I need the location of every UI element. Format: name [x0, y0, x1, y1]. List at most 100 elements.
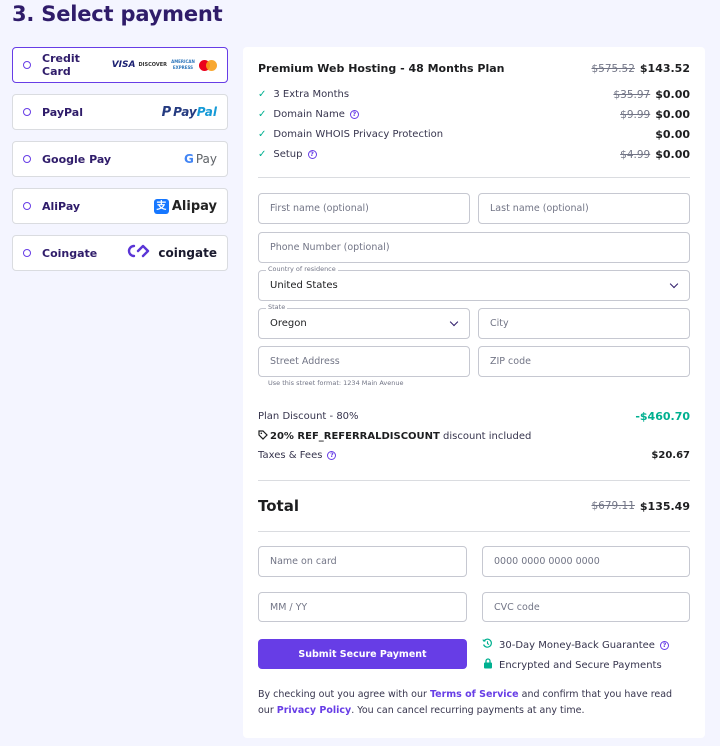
chevron-down-icon [669, 279, 679, 289]
state-value: Oregon [270, 318, 307, 329]
state-label: State [266, 303, 288, 311]
phone-input[interactable] [270, 233, 689, 262]
method-coingate[interactable]: Coingate coingate [12, 235, 228, 271]
submit-payment-button[interactable]: Submit Secure Payment [258, 639, 467, 669]
radio-icon[interactable] [23, 249, 31, 257]
line-item: ✓ Domain Name? $9.99 $0.00 [258, 108, 690, 121]
alipay-logo: 支 Alipay [153, 198, 217, 214]
money-back-guarantee: 30-Day Money-Back Guarantee ? [482, 638, 669, 652]
coupon-suffix: discount included [443, 431, 532, 442]
expiry-field[interactable] [258, 592, 467, 622]
radio-icon[interactable] [23, 202, 31, 210]
street-hint: Use this street format: 1234 Main Avenue [268, 379, 404, 387]
line-item: ✓ Domain WHOIS Privacy Protection $0.00 [258, 128, 690, 141]
tag-icon [258, 430, 268, 443]
discover-logo: DISCOVER [138, 61, 167, 68]
chevron-down-icon [449, 317, 459, 327]
google-pay-logo: G Pay [183, 152, 217, 166]
total-row: Total $679.11 $135.49 [258, 497, 690, 515]
method-label: AliPay [42, 199, 81, 213]
card-number-field[interactable] [482, 546, 690, 577]
card-number-input[interactable] [494, 547, 689, 576]
alipay-icon: 支 [153, 198, 169, 214]
cvc-field[interactable] [482, 592, 690, 622]
terms-of-service-link[interactable]: Terms of Service [430, 689, 519, 700]
paypal-logo: P PayPal [161, 104, 217, 120]
country-label: Country of residence [266, 265, 338, 273]
amex-logo: AMERICAN EXPRESS [170, 59, 196, 71]
lock-icon [482, 658, 493, 672]
country-select[interactable]: Country of residence United States [258, 265, 690, 301]
taxes-label: Taxes & Fees [258, 450, 323, 461]
check-icon: ✓ [258, 109, 267, 120]
plan-row: Premium Web Hosting - 48 Months Plan $57… [258, 62, 690, 75]
plan-discount-row: Plan Discount - 80% -$460.70 [258, 410, 690, 423]
secure-payments: Encrypted and Secure Payments [482, 658, 662, 672]
plan-discount-value: -$460.70 [635, 410, 690, 423]
last-name-input[interactable] [490, 194, 689, 223]
terms-text: By checking out you agree with our Terms… [258, 689, 673, 716]
street-field[interactable] [258, 346, 470, 377]
cvc-input[interactable] [494, 593, 689, 621]
method-label: Credit Card [42, 52, 80, 78]
city-input[interactable] [490, 309, 689, 338]
method-label: Coingate [42, 246, 98, 260]
method-paypal[interactable]: PayPal P PayPal [12, 94, 228, 130]
help-icon[interactable]: ? [659, 640, 669, 650]
help-icon[interactable]: ? [307, 150, 317, 159]
visa-logo: VISA [111, 60, 136, 70]
radio-icon[interactable] [23, 61, 31, 69]
divider [258, 480, 690, 481]
first-name-input[interactable] [270, 194, 469, 223]
coupon-code: 20% REF_REFERRALDISCOUNT [270, 431, 440, 442]
country-value: United States [270, 280, 338, 291]
plan-old-price: $575.52 [591, 62, 635, 75]
payment-methods: Credit Card VISA DISCOVER AMERICAN EXPRES… [12, 47, 228, 282]
coupon-row: 20% REF_REFERRALDISCOUNT discount includ… [258, 430, 690, 443]
card-name-input[interactable] [270, 547, 466, 576]
divider [258, 531, 690, 532]
mastercard-logo [199, 59, 217, 71]
taxes-value: $20.67 [651, 450, 690, 461]
line-item: ✓ 3 Extra Months $35.97 $0.00 [258, 88, 690, 101]
radio-icon[interactable] [23, 108, 31, 116]
radio-icon[interactable] [23, 155, 31, 163]
total-value: $135.49 [639, 499, 690, 513]
total-label: Total [258, 497, 299, 515]
check-icon: ✓ [258, 89, 267, 100]
checkout-panel: Premium Web Hosting - 48 Months Plan $57… [243, 47, 705, 738]
taxes-row: Taxes & Fees? $20.67 [258, 450, 690, 461]
method-label: Google Pay [42, 152, 112, 166]
check-icon: ✓ [258, 149, 267, 160]
plan-price: $143.52 [639, 62, 690, 75]
total-old: $679.11 [591, 500, 635, 512]
zip-input[interactable] [490, 347, 689, 376]
help-icon[interactable]: ? [327, 451, 337, 460]
coingate-icon [126, 244, 152, 262]
line-item: ✓ Setup? $4.99 $0.00 [258, 148, 690, 161]
paypal-p-icon: P [161, 104, 172, 120]
coingate-logo: coingate [126, 244, 217, 262]
refund-clock-icon [482, 638, 493, 652]
privacy-policy-link[interactable]: Privacy Policy [277, 705, 351, 716]
expiry-input[interactable] [270, 593, 466, 621]
zip-field[interactable] [478, 346, 690, 377]
phone-field[interactable] [258, 232, 690, 263]
last-name-field[interactable] [478, 193, 690, 224]
city-field[interactable] [478, 308, 690, 339]
plan-discount-label: Plan Discount - 80% [258, 411, 359, 422]
street-input[interactable] [270, 347, 469, 376]
help-icon[interactable]: ? [349, 110, 359, 119]
card-name-field[interactable] [258, 546, 467, 577]
card-logos: VISA DISCOVER AMERICAN EXPRESS [112, 59, 217, 71]
page-title: 3. Select payment [12, 2, 223, 26]
method-label: PayPal [42, 105, 83, 119]
divider [258, 177, 690, 178]
method-google-pay[interactable]: Google Pay G Pay [12, 141, 228, 177]
plan-name: Premium Web Hosting - 48 Months Plan [258, 62, 505, 75]
method-credit-card[interactable]: Credit Card VISA DISCOVER AMERICAN EXPRES… [12, 47, 228, 83]
state-select[interactable]: State Oregon [258, 303, 470, 339]
check-icon: ✓ [258, 129, 267, 140]
first-name-field[interactable] [258, 193, 470, 224]
method-alipay[interactable]: AliPay 支 Alipay [12, 188, 228, 224]
